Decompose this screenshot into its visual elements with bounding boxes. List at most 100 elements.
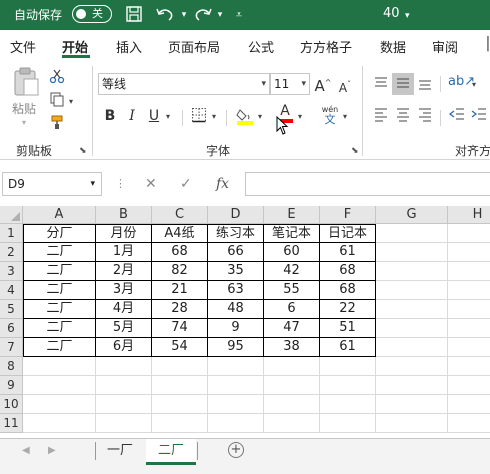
- cell-e9[interactable]: [264, 376, 320, 395]
- cell-f9[interactable]: [320, 376, 376, 395]
- cell-h10[interactable]: [448, 395, 490, 414]
- name-box[interactable]: D9 ▾: [2, 172, 102, 196]
- redo-dropdown-icon[interactable]: ▾: [214, 5, 226, 25]
- cell-b10[interactable]: [96, 395, 152, 414]
- paste-label[interactable]: 粘贴: [12, 100, 36, 118]
- cell-g6[interactable]: [376, 319, 448, 338]
- cell-f2[interactable]: 61: [320, 243, 376, 262]
- copy-icon[interactable]: [48, 91, 66, 112]
- cell-g2[interactable]: [376, 243, 448, 262]
- paste-icon[interactable]: [10, 66, 42, 98]
- cell-d9[interactable]: [208, 376, 264, 395]
- font-launcher-icon[interactable]: ⬊: [351, 146, 359, 156]
- save-icon[interactable]: [124, 5, 144, 25]
- shrink-font-button[interactable]: Aˇ: [335, 76, 355, 97]
- cell-d11[interactable]: [208, 414, 264, 433]
- row-header-11[interactable]: 11: [0, 414, 23, 433]
- tab-home[interactable]: 开始: [62, 37, 88, 56]
- cell-b7[interactable]: 6月: [96, 338, 152, 357]
- cell-g7[interactable]: [376, 338, 448, 357]
- cell-b6[interactable]: 5月: [96, 319, 152, 338]
- border-icon[interactable]: [190, 107, 208, 128]
- cell-c3[interactable]: 82: [152, 262, 208, 281]
- cell-a9[interactable]: [23, 376, 96, 395]
- tab-insert[interactable]: 插入: [116, 37, 142, 56]
- align-left-icon[interactable]: [372, 106, 390, 127]
- cell-e10[interactable]: [264, 395, 320, 414]
- cell-e2[interactable]: 60: [264, 243, 320, 262]
- formula-input[interactable]: [245, 172, 490, 196]
- cell-h4[interactable]: [448, 281, 490, 300]
- align-top-icon[interactable]: [372, 75, 390, 96]
- copy-dropdown-icon[interactable]: ▾: [69, 97, 73, 106]
- fill-color-icon[interactable]: [236, 106, 254, 131]
- row-header-4[interactable]: 4: [0, 281, 23, 300]
- phonetic-guide-icon[interactable]: wén 文: [320, 105, 340, 125]
- underline-button[interactable]: U: [146, 107, 162, 125]
- cell-b11[interactable]: [96, 414, 152, 433]
- next-sheet-icon[interactable]: ▶: [48, 445, 56, 456]
- font-size-combo[interactable]: 11 ▾: [270, 73, 310, 95]
- cell-d7[interactable]: 95: [208, 338, 264, 357]
- cell-a11[interactable]: [23, 414, 96, 433]
- row-header-3[interactable]: 3: [0, 262, 23, 281]
- column-header-d[interactable]: D: [208, 206, 264, 224]
- cell-b9[interactable]: [96, 376, 152, 395]
- cell-a5[interactable]: 二厂: [23, 300, 96, 319]
- cell-g8[interactable]: [376, 357, 448, 376]
- cell-a3[interactable]: 二厂: [23, 262, 96, 281]
- cell-e4[interactable]: 55: [264, 281, 320, 300]
- sheet-tab-2[interactable]: 二厂: [146, 439, 196, 465]
- cell-c1[interactable]: A4纸: [152, 224, 208, 243]
- cell-h7[interactable]: [448, 338, 490, 357]
- cell-c8[interactable]: [152, 357, 208, 376]
- redo-icon[interactable]: [192, 5, 214, 25]
- cell-c2[interactable]: 68: [152, 243, 208, 262]
- orientation-icon[interactable]: ab↗: [448, 73, 475, 91]
- cell-h6[interactable]: [448, 319, 490, 338]
- cell-h9[interactable]: [448, 376, 490, 395]
- cell-f11[interactable]: [320, 414, 376, 433]
- cell-b1[interactable]: 月份: [96, 224, 152, 243]
- tab-data[interactable]: 数据: [380, 37, 406, 56]
- row-header-10[interactable]: 10: [0, 395, 23, 414]
- cell-d5[interactable]: 48: [208, 300, 264, 319]
- tab-fangfang[interactable]: 方方格子: [300, 37, 352, 56]
- italic-button[interactable]: I: [124, 107, 140, 125]
- customize-qat-icon[interactable]: ⩡: [232, 5, 246, 25]
- tab-more[interactable]: │: [484, 37, 490, 52]
- cell-f10[interactable]: [320, 395, 376, 414]
- cell-e1[interactable]: 笔记本: [264, 224, 320, 243]
- cell-b8[interactable]: [96, 357, 152, 376]
- cell-g11[interactable]: [376, 414, 448, 433]
- fill-color-dropdown-icon[interactable]: ▾: [258, 112, 262, 121]
- tab-review[interactable]: 审阅: [432, 37, 458, 56]
- column-header-b[interactable]: B: [96, 206, 152, 224]
- align-right-icon[interactable]: [416, 106, 434, 127]
- cell-e3[interactable]: 42: [264, 262, 320, 281]
- decrease-indent-icon[interactable]: [448, 106, 466, 127]
- cell-f4[interactable]: 68: [320, 281, 376, 300]
- underline-dropdown-icon[interactable]: ▾: [166, 112, 170, 121]
- cell-h8[interactable]: [448, 357, 490, 376]
- cell-d3[interactable]: 35: [208, 262, 264, 281]
- cell-d1[interactable]: 练习本: [208, 224, 264, 243]
- cell-g5[interactable]: [376, 300, 448, 319]
- cell-e8[interactable]: [264, 357, 320, 376]
- column-header-e[interactable]: E: [264, 206, 320, 224]
- cell-c6[interactable]: 74: [152, 319, 208, 338]
- cell-a7[interactable]: 二厂: [23, 338, 96, 357]
- cell-c4[interactable]: 21: [152, 281, 208, 300]
- cell-f6[interactable]: 51: [320, 319, 376, 338]
- cell-g4[interactable]: [376, 281, 448, 300]
- cell-f5[interactable]: 22: [320, 300, 376, 319]
- cell-a8[interactable]: [23, 357, 96, 376]
- column-header-f[interactable]: F: [320, 206, 376, 224]
- cell-a1[interactable]: 分厂: [23, 224, 96, 243]
- cell-f8[interactable]: [320, 357, 376, 376]
- font-color-dropdown-icon[interactable]: ▾: [298, 112, 302, 121]
- cell-d6[interactable]: 9: [208, 319, 264, 338]
- tab-file[interactable]: 文件: [10, 37, 36, 56]
- cell-g10[interactable]: [376, 395, 448, 414]
- insert-function-icon[interactable]: fx: [216, 175, 229, 193]
